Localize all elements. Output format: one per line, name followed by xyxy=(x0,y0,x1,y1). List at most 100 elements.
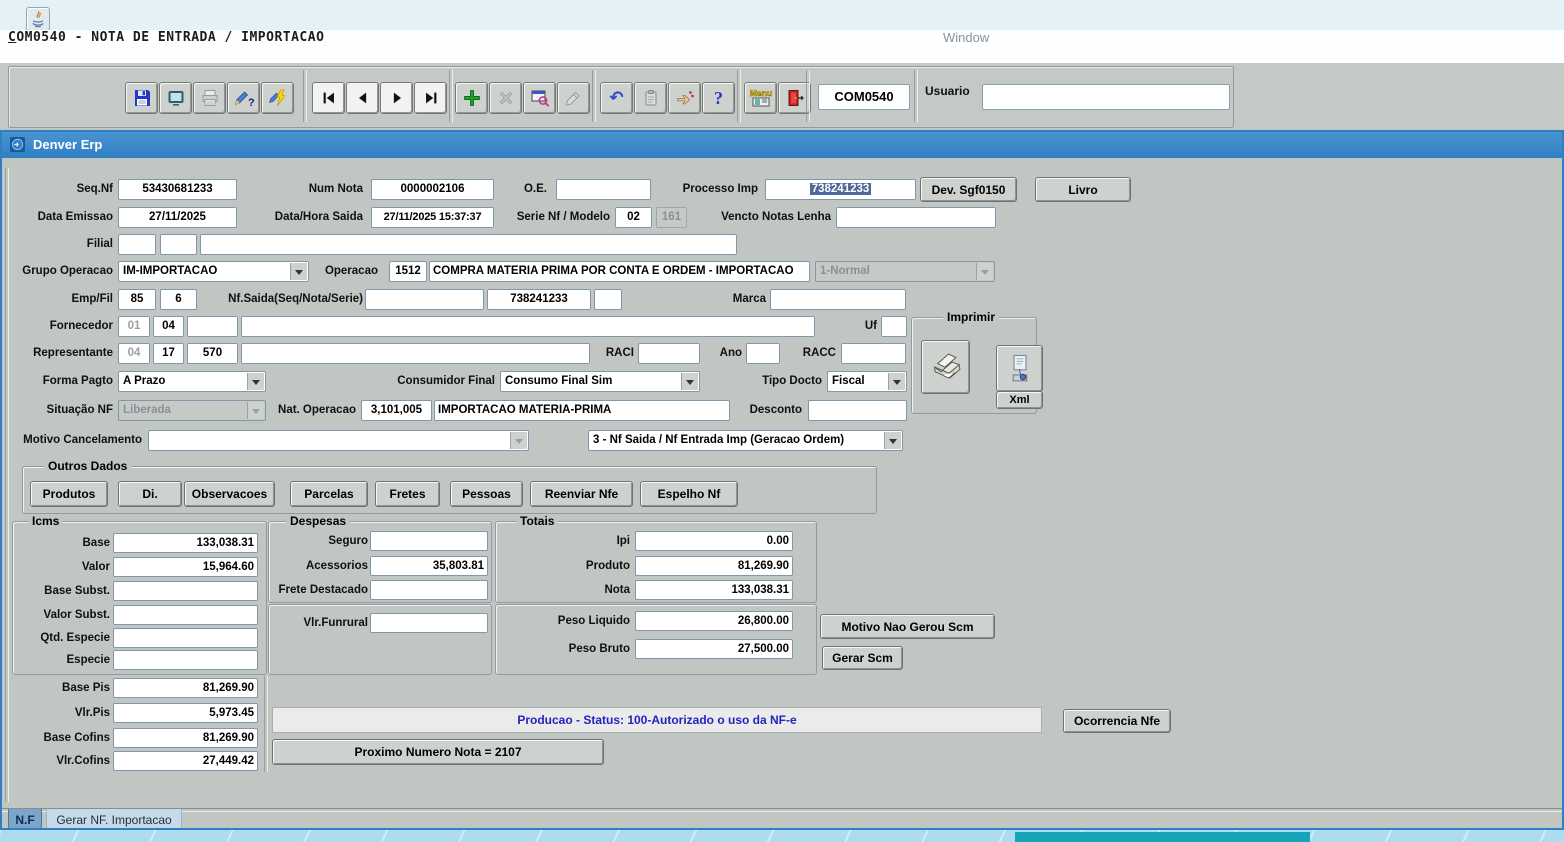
fretes-button[interactable]: Fretes xyxy=(375,481,440,507)
menu-item-window[interactable]: Window xyxy=(943,30,989,62)
nf-saida-seq-field[interactable] xyxy=(365,289,484,310)
consumidor-final-select[interactable]: Consumo Final Sim xyxy=(500,371,700,392)
forma-pagto-select[interactable]: A Prazo xyxy=(118,371,266,392)
enter-query-help-button[interactable]: ? xyxy=(227,82,260,114)
tipo-docto-select[interactable]: Fiscal xyxy=(827,371,907,392)
imprimir-danfe-button[interactable] xyxy=(921,340,970,394)
gerar-scm-button[interactable]: Gerar Scm xyxy=(822,646,903,670)
geracao-select[interactable]: 3 - Nf Saida / Nf Entrada Imp (Geracao O… xyxy=(588,430,903,451)
representante-name-field[interactable] xyxy=(241,343,590,364)
produtos-button[interactable]: Produtos xyxy=(30,481,108,507)
filial-name-field[interactable] xyxy=(200,234,737,255)
serie-nf-field[interactable]: 02 xyxy=(615,207,652,228)
produto-field[interactable]: 81,269.90 xyxy=(635,556,793,576)
save-button[interactable] xyxy=(125,82,158,114)
chevron-down-icon[interactable] xyxy=(681,373,698,390)
print-button[interactable] xyxy=(193,82,226,114)
vlr-funrural-field[interactable] xyxy=(370,613,488,633)
tab-nf[interactable]: N.F xyxy=(8,809,42,831)
desconto-field[interactable] xyxy=(808,400,907,421)
marca-field[interactable] xyxy=(770,289,906,310)
dev-sgf0150-button[interactable]: Dev. Sgf0150 xyxy=(920,177,1017,202)
fil-field[interactable]: 6 xyxy=(160,289,197,310)
chevron-down-icon[interactable] xyxy=(888,373,905,390)
nat-operacao-code-field[interactable]: 3,101,005 xyxy=(361,400,432,421)
icms-base-field[interactable]: 133,038.31 xyxy=(113,533,258,553)
delete-record-button[interactable] xyxy=(489,82,522,114)
fornecedor-name-field[interactable] xyxy=(241,316,815,337)
di-button[interactable]: Di. xyxy=(118,481,182,507)
espelho-nf-button[interactable]: Espelho Nf xyxy=(640,481,738,507)
nf-saida-serie-field[interactable] xyxy=(594,289,622,310)
query-button[interactable] xyxy=(523,82,556,114)
vencto-notas-lenha-field[interactable] xyxy=(836,207,996,228)
operacao-code-field[interactable]: 1512 xyxy=(389,261,427,282)
ano-field[interactable] xyxy=(746,343,780,364)
icms-especie-field[interactable] xyxy=(113,650,258,670)
commit-button[interactable] xyxy=(668,82,701,114)
racc-field[interactable] xyxy=(841,343,906,364)
chevron-down-icon[interactable] xyxy=(247,373,264,390)
java-applet-button[interactable] xyxy=(26,7,50,31)
icms-valor-subst-field[interactable] xyxy=(113,605,258,625)
menu-button[interactable]: Menu xyxy=(744,82,777,114)
data-emissao-field[interactable]: 27/11/2025 xyxy=(118,207,237,228)
nav-last-button[interactable] xyxy=(414,82,447,114)
xml-button[interactable]: Xml xyxy=(996,391,1043,409)
icms-qtd-especie-field[interactable] xyxy=(113,628,258,648)
peso-bruto-field[interactable]: 27,500.00 xyxy=(635,639,793,659)
peso-liquido-field[interactable]: 26,800.00 xyxy=(635,611,793,631)
fornecedor-c2-field[interactable]: 04 xyxy=(153,316,184,337)
reenviar-nfe-button[interactable]: Reenviar Nfe xyxy=(530,481,633,507)
chevron-down-icon[interactable] xyxy=(290,263,307,280)
filial-code2-field[interactable] xyxy=(160,234,197,255)
clear-record-button[interactable] xyxy=(557,82,590,114)
parcelas-button[interactable]: Parcelas xyxy=(290,481,368,507)
tab-gerar-nf-importacao[interactable]: Gerar NF. Importacao xyxy=(46,809,182,831)
nat-operacao-desc-field[interactable]: IMPORTACAO MATERIA-PRIMA xyxy=(434,400,730,421)
proximo-numero-nota-button[interactable]: Proximo Numero Nota = 2107 xyxy=(272,739,604,765)
base-cofins-field[interactable]: 81,269.90 xyxy=(113,728,258,748)
base-pis-field[interactable]: 81,269.90 xyxy=(113,678,258,698)
acessorios-field[interactable]: 35,803.81 xyxy=(370,556,488,576)
icms-valor-field[interactable]: 15,964.60 xyxy=(113,557,258,577)
filial-code1-field[interactable] xyxy=(118,234,156,255)
vlr-pis-field[interactable]: 5,973.45 xyxy=(113,703,258,723)
nf-saida-nota-field[interactable]: 738241233 xyxy=(487,289,591,310)
icms-base-subst-field[interactable] xyxy=(113,581,258,601)
clipboard-button[interactable] xyxy=(634,82,667,114)
chevron-down-icon[interactable] xyxy=(884,432,901,449)
execute-query-button[interactable] xyxy=(261,82,294,114)
imprimir-xml-button[interactable] xyxy=(996,345,1043,392)
representante-c3-field[interactable]: 570 xyxy=(187,343,238,364)
fornecedor-c3-field[interactable] xyxy=(187,316,238,337)
insert-record-button[interactable] xyxy=(455,82,488,114)
observacoes-button[interactable]: Observacoes xyxy=(184,481,275,507)
oe-field[interactable] xyxy=(556,179,651,200)
uf-field[interactable] xyxy=(881,316,907,337)
livro-button[interactable]: Livro xyxy=(1035,177,1131,202)
pessoas-button[interactable]: Pessoas xyxy=(450,481,523,507)
nav-first-button[interactable] xyxy=(312,82,345,114)
ipi-field[interactable]: 0.00 xyxy=(635,531,793,551)
undo-button[interactable]: ↶ xyxy=(600,82,633,114)
motivo-nao-gerou-scm-button[interactable]: Motivo Nao Gerou Scm xyxy=(820,614,995,639)
seq-nf-field[interactable]: 53430681233 xyxy=(118,179,237,200)
editor-button[interactable] xyxy=(159,82,192,114)
raci-field[interactable] xyxy=(638,343,700,364)
num-nota-field[interactable]: 0000002106 xyxy=(371,179,494,200)
emp-field[interactable]: 85 xyxy=(118,289,156,310)
data-hora-saida-field[interactable]: 27/11/2025 15:37:37 xyxy=(371,207,494,228)
nota-field[interactable]: 133,038.31 xyxy=(635,580,793,600)
vlr-cofins-field[interactable]: 27,449.42 xyxy=(113,751,258,771)
nav-prev-button[interactable] xyxy=(346,82,379,114)
processo-imp-field[interactable]: 738241233 xyxy=(765,179,916,200)
grupo-operacao-select[interactable]: IM-IMPORTACAO xyxy=(118,261,309,282)
operacao-desc-field[interactable]: COMPRA MATERIA PRIMA POR CONTA E ORDEM -… xyxy=(429,261,810,282)
nav-next-button[interactable] xyxy=(380,82,413,114)
frete-destacado-field[interactable] xyxy=(370,580,488,600)
denver-erp-titlebar[interactable]: Denver Erp xyxy=(0,131,1564,158)
ocorrencia-nfe-button[interactable]: Ocorrencia Nfe xyxy=(1063,709,1171,733)
help-button[interactable]: ? xyxy=(702,82,735,114)
usuario-field[interactable] xyxy=(982,84,1230,110)
